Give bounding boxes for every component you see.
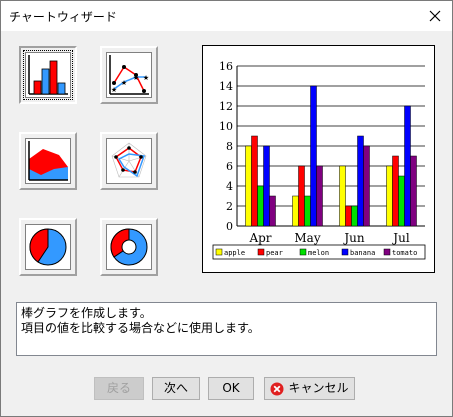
title-bar: チャートウィザード [1, 1, 452, 31]
description-line-1: 棒グラフを作成します。 [21, 306, 152, 320]
cancel-label: キャンセル [288, 381, 349, 395]
y-tick-label: 4 [226, 180, 233, 193]
legend-label: pear [266, 249, 283, 257]
line-chart-icon: ★ ★ ★ ★ [106, 52, 152, 98]
x-tick-label: Apr [248, 231, 271, 245]
description-line-2: 項目の値を比較する場合などに使用します。 [21, 321, 260, 335]
y-tick-label: 2 [226, 200, 233, 213]
pie-chart-type-button[interactable] [19, 218, 77, 276]
bar [257, 185, 264, 227]
cancel-button[interactable]: キャンセル [264, 377, 355, 400]
y-tick-label: 8 [226, 140, 233, 153]
svg-text:★: ★ [143, 74, 149, 82]
bar [339, 165, 346, 227]
legend-label: apple [224, 249, 245, 257]
chart-description: 棒グラフを作成します。 項目の値を比較する場合などに使用します。 [16, 302, 437, 356]
radar-chart-type-button[interactable] [100, 132, 158, 190]
doughnut-chart-icon [106, 224, 152, 270]
legend-label: melon [308, 249, 329, 257]
window-title: チャートウィザード [9, 10, 117, 24]
close-icon [429, 10, 441, 22]
svg-text:★: ★ [133, 74, 139, 82]
bar [298, 165, 305, 227]
area-chart-type-button[interactable] [19, 132, 77, 190]
x-tick-label: Jul [391, 231, 410, 245]
back-button[interactable]: 戻る [94, 377, 144, 400]
line-chart-type-button[interactable]: ★ ★ ★ ★ [100, 46, 158, 104]
bar [269, 195, 276, 227]
x-tick-label: May [294, 231, 320, 245]
bar [398, 175, 405, 227]
next-button[interactable]: 次へ [152, 377, 200, 400]
bar [345, 205, 352, 227]
bar [310, 85, 317, 227]
bar [404, 105, 411, 227]
area-chart-icon [25, 138, 71, 184]
legend-swatch [215, 248, 223, 256]
doughnut-chart-type-button[interactable] [100, 218, 158, 276]
bar [304, 195, 311, 227]
chart-wizard-dialog: チャートウィザード ★ ★ ★ ★ 0 2 4 6 8 10 12 14 16 … [0, 0, 453, 417]
y-tick-label: 10 [219, 120, 233, 133]
bar [245, 145, 252, 227]
y-tick-label: 16 [219, 60, 233, 73]
bar [351, 205, 358, 227]
y-tick-label: 14 [219, 80, 233, 93]
y-tick-label: 0 [226, 220, 233, 233]
cancel-icon [270, 382, 284, 395]
legend-swatch [341, 248, 349, 256]
y-tick-label: 6 [226, 160, 233, 173]
legend-swatch [257, 248, 265, 256]
bar [251, 135, 258, 227]
x-tick-label: Jun [342, 231, 365, 245]
radar-chart-icon [106, 138, 152, 184]
pie-chart-icon [25, 224, 71, 270]
chart-preview: 0 2 4 6 8 10 12 14 16 Apr May Jun Jul apple pear melon b… [202, 45, 435, 273]
legend-swatch [299, 248, 307, 256]
svg-text:★: ★ [121, 79, 127, 87]
bar-chart-icon [25, 52, 71, 98]
bar [386, 165, 393, 227]
bar [392, 155, 399, 227]
legend-label: tomato [392, 249, 417, 257]
close-button[interactable] [418, 1, 452, 31]
y-tick-label: 12 [219, 100, 233, 113]
ok-button[interactable]: OK [208, 377, 254, 400]
bar [363, 145, 370, 227]
legend-swatch [383, 248, 391, 256]
svg-text:★: ★ [111, 86, 117, 94]
bar [263, 145, 270, 227]
bar-chart-type-button[interactable] [19, 46, 77, 104]
bar [357, 135, 364, 227]
preview-bar-chart: 0 2 4 6 8 10 12 14 16 Apr May Jun Jul apple pear melon b… [212, 60, 426, 260]
bar [316, 165, 323, 227]
bar [410, 155, 417, 227]
legend-label: banana [350, 249, 375, 257]
bar [292, 195, 299, 227]
